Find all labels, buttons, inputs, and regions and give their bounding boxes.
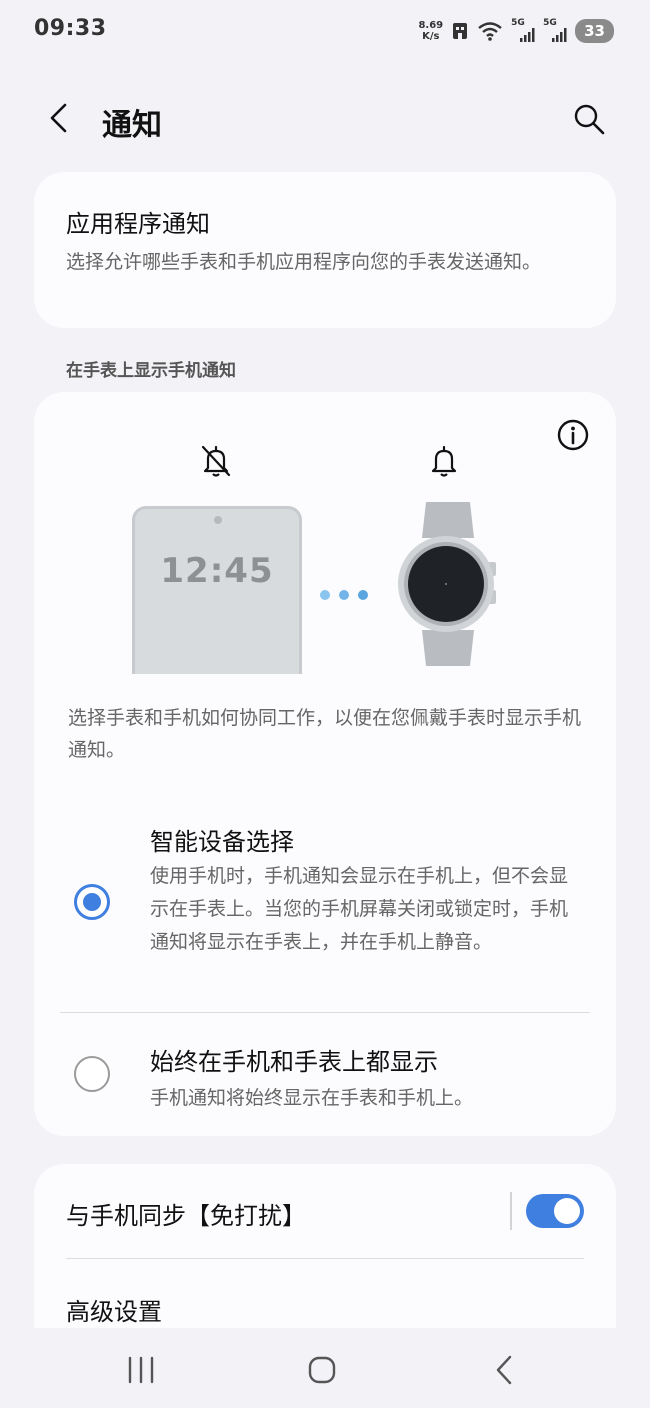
toggle-separator bbox=[510, 1192, 512, 1230]
status-time: 09:33 bbox=[34, 16, 107, 41]
section-label: 在手表上显示手机通知 bbox=[66, 361, 236, 381]
connection-dot bbox=[320, 590, 330, 600]
settings-card: 与手机同步【免打扰】 高级设置 bbox=[34, 1164, 616, 1328]
app-notifications-title: 应用程序通知 bbox=[66, 210, 210, 238]
option-always-show-description: 手机通知将始终显示在手表和手机上。 bbox=[150, 1087, 474, 1109]
navigation-bar bbox=[0, 1328, 650, 1408]
option-smart-device-description: 使用手机时，手机通知会显示在手机上，但不会显示在手表上。当您的手机屏幕关闭或锁定… bbox=[150, 865, 569, 953]
signal-1-icon: 5G bbox=[511, 18, 535, 42]
phone-camera bbox=[214, 516, 222, 524]
search-icon[interactable] bbox=[572, 102, 606, 136]
back-icon[interactable] bbox=[492, 1354, 516, 1386]
wifi-icon bbox=[478, 22, 502, 41]
status-icons: 8.69 K/s 5G 5G 33 bbox=[418, 16, 614, 46]
status-bar: 09:33 8.69 K/s 5G 5G 33 bbox=[0, 0, 650, 64]
always-show-radio[interactable] bbox=[74, 1056, 110, 1092]
phone-illustration-time: 12:45 bbox=[160, 551, 274, 591]
recents-icon[interactable] bbox=[126, 1356, 156, 1384]
battery-indicator: 33 bbox=[575, 19, 614, 43]
connection-dot bbox=[358, 590, 368, 600]
divider bbox=[60, 1012, 590, 1013]
divider bbox=[66, 1258, 584, 1259]
bell-off-icon bbox=[201, 445, 231, 477]
illustration-description: 选择手表和手机如何协同工作，以便在您佩戴手表时显示手机通知。 bbox=[68, 707, 582, 761]
app-notifications-card[interactable]: 应用程序通知 选择允许哪些手表和手机应用程序向您的手表发送通知。 bbox=[34, 172, 616, 328]
option-always-show-title[interactable]: 始终在手机和手表上都显示 bbox=[150, 1042, 438, 1077]
watch-illustration bbox=[398, 502, 496, 666]
page-title: 通知 bbox=[102, 108, 162, 143]
header: 通知 bbox=[0, 90, 650, 154]
network-speed: 8.69 K/s bbox=[418, 20, 444, 42]
home-icon[interactable] bbox=[307, 1355, 337, 1385]
signal-2-icon: 5G bbox=[543, 18, 567, 42]
info-icon[interactable] bbox=[556, 418, 590, 452]
toggle-knob bbox=[554, 1198, 580, 1224]
connection-dots bbox=[320, 590, 368, 600]
smart-device-radio[interactable] bbox=[74, 884, 110, 920]
bell-icon bbox=[431, 445, 457, 477]
sync-dnd-toggle[interactable] bbox=[526, 1194, 584, 1228]
chevron-left-icon[interactable] bbox=[44, 102, 76, 134]
data-saver-icon bbox=[453, 23, 468, 39]
connection-dot bbox=[339, 590, 349, 600]
sync-dnd-label[interactable]: 与手机同步【免打扰】 bbox=[66, 1196, 306, 1231]
phone-notifications-card: 12:45 选择手表和手机如何协同工作，以便在您佩戴手表时显示手机通知。 智能设… bbox=[34, 392, 616, 1136]
app-notifications-description: 选择允许哪些手表和手机应用程序向您的手表发送通知。 bbox=[66, 251, 542, 273]
advanced-settings-item[interactable]: 高级设置 bbox=[66, 1292, 162, 1327]
phone-illustration: 12:45 bbox=[132, 506, 302, 674]
option-smart-device-title[interactable]: 智能设备选择 bbox=[150, 822, 294, 857]
